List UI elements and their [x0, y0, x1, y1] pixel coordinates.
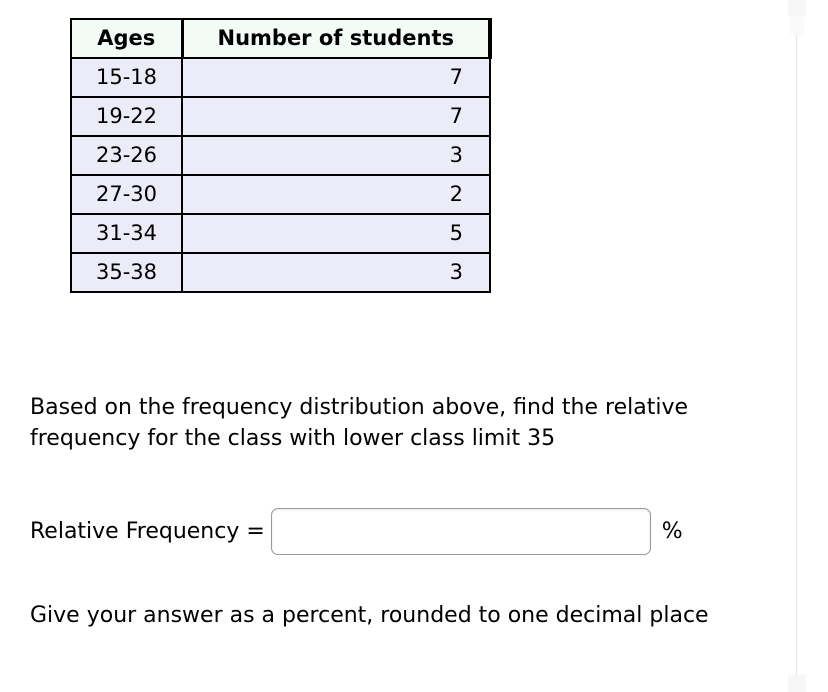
cell-count: 3	[181, 135, 491, 176]
answer-row: Relative Frequency = %	[30, 503, 683, 559]
frequency-distribution-table: Ages Number of students 15-18 7 19-22 7 …	[70, 18, 492, 293]
frequency-table: Ages Number of students 15-18 7 19-22 7 …	[70, 18, 492, 293]
relative-frequency-input[interactable]	[270, 507, 651, 555]
cell-count: 2	[181, 174, 491, 215]
table-row: 27-30 2	[70, 174, 491, 215]
table-row: 19-22 7	[70, 96, 491, 137]
scrollbar-thumb[interactable]	[790, 17, 804, 35]
column-header-ages: Ages	[70, 18, 184, 59]
table-row: 31-34 5	[70, 213, 491, 254]
cell-ages: 35-38	[70, 252, 183, 293]
table-row: 15-18 7	[70, 57, 491, 98]
column-header-number-of-students: Number of students	[180, 18, 492, 59]
percent-unit-label: %	[661, 518, 683, 544]
cell-count: 3	[181, 252, 491, 293]
question-prompt: Based on the frequency distribution abov…	[30, 395, 689, 451]
cell-ages: 27-30	[70, 174, 183, 215]
table-row: 23-26 3	[70, 135, 491, 176]
table-row: 35-38 3	[70, 252, 491, 293]
scroll-up-button[interactable]	[788, 0, 806, 17]
cell-ages: 31-34	[70, 213, 183, 254]
cell-ages: 19-22	[70, 96, 183, 137]
cell-count: 7	[181, 96, 491, 137]
page-scrollbar[interactable]	[788, 0, 806, 692]
cell-ages: 15-18	[70, 57, 183, 98]
table-header-row: Ages Number of students	[70, 18, 492, 59]
cell-count: 5	[181, 213, 491, 254]
scroll-down-button[interactable]	[788, 675, 806, 692]
answer-format-note: Give your answer as a percent, rounded t…	[30, 603, 709, 628]
relative-frequency-label: Relative Frequency =	[30, 518, 265, 544]
cell-count: 7	[181, 57, 491, 98]
cell-ages: 23-26	[70, 135, 183, 176]
scrollbar-track[interactable]	[796, 0, 797, 692]
